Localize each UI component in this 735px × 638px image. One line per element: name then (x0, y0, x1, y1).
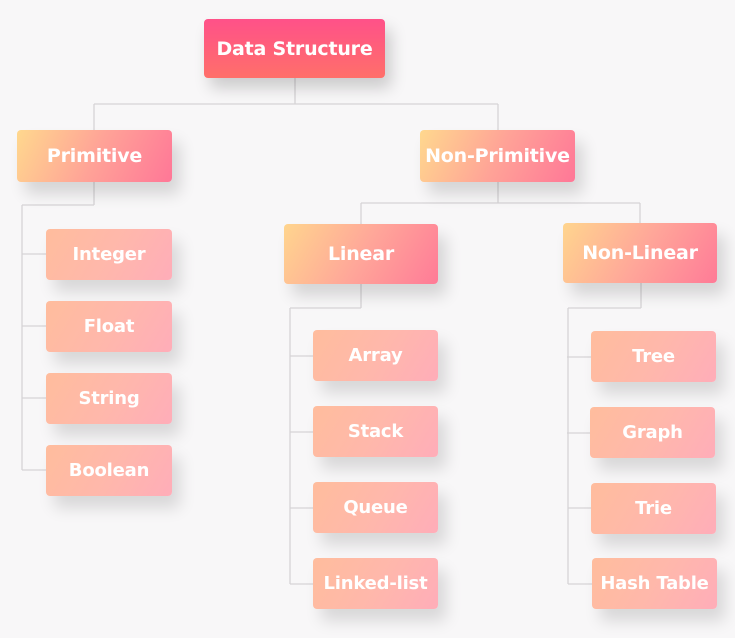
node-array: Array (313, 330, 438, 381)
node-label: Data Structure (216, 37, 373, 60)
node-label: String (78, 388, 140, 409)
node-label: Integer (72, 244, 146, 265)
node-stack: Stack (313, 406, 438, 457)
node-label: Stack (347, 421, 404, 442)
node-hash-table: Hash Table (592, 558, 717, 609)
node-non-primitive: Non-Primitive (420, 130, 575, 182)
node-primitive: Primitive (17, 130, 172, 182)
node-queue: Queue (313, 482, 438, 533)
node-label: Queue (343, 497, 408, 518)
node-label: Tree (632, 346, 675, 367)
node-label: Hash Table (600, 573, 709, 594)
node-non-linear: Non-Linear (563, 223, 717, 283)
node-label: Boolean (68, 460, 150, 481)
node-label: Primitive (46, 145, 143, 167)
node-boolean: Boolean (46, 445, 172, 496)
node-label: Non-Linear (582, 242, 698, 264)
node-label: Array (348, 345, 403, 366)
node-label: Float (83, 316, 135, 337)
node-linked-list: Linked-list (313, 558, 438, 609)
node-linear: Linear (284, 224, 438, 284)
node-label: Trie (635, 498, 672, 519)
node-label: Non-Primitive (425, 145, 570, 167)
node-graph: Graph (590, 407, 715, 458)
node-label: Linked-list (323, 573, 428, 594)
node-label: Linear (327, 243, 395, 265)
node-data-structure: Data Structure (204, 19, 385, 78)
node-string: String (46, 373, 172, 424)
node-tree: Tree (591, 331, 716, 382)
node-float: Float (46, 301, 172, 352)
node-label: Graph (622, 422, 683, 443)
node-integer: Integer (46, 229, 172, 280)
node-trie: Trie (591, 483, 716, 534)
